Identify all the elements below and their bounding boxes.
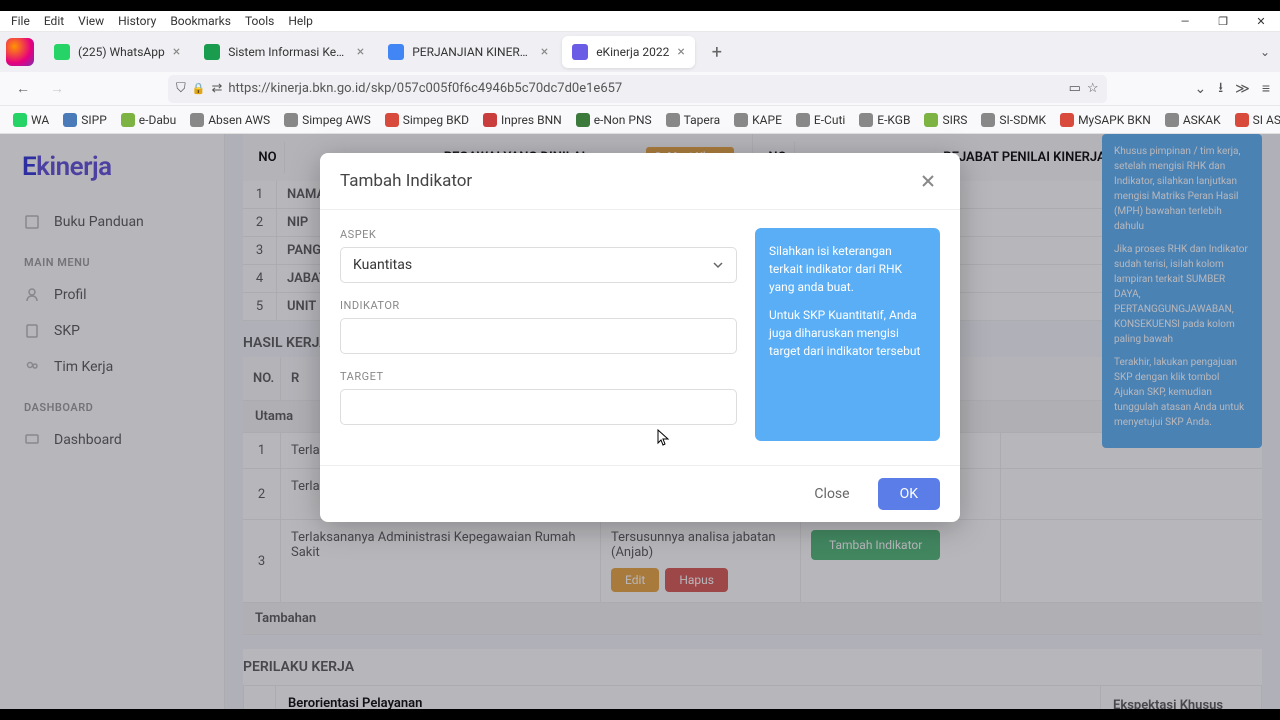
bookmarks-bar: WA SIPP e-Dabu Absen AWS Simpeg AWS Simp…: [0, 106, 1280, 134]
bookmark-item[interactable]: E-Cuti: [791, 111, 850, 129]
close-icon[interactable]: ×: [541, 45, 548, 59]
bookmark-item[interactable]: Inpres BNN: [478, 111, 567, 129]
bookmark-item[interactable]: Simpeg BKD: [380, 111, 474, 129]
aspek-label: ASPEK: [340, 228, 737, 241]
firefox-icon[interactable]: [6, 38, 34, 66]
tabs-overflow-icon[interactable]: ⌄: [1260, 45, 1270, 59]
window-close[interactable]: ✕: [1242, 15, 1280, 28]
chevron-down-icon: [712, 259, 724, 271]
menu-tools[interactable]: Tools: [238, 14, 281, 28]
window-maximize[interactable]: ❐: [1204, 15, 1242, 28]
menu-file[interactable]: File: [4, 14, 37, 28]
help-box: Silahkan isi keterangan terkait indikato…: [755, 228, 940, 441]
close-icon[interactable]: ×: [357, 45, 364, 59]
forward-button: →: [44, 76, 70, 102]
reader-icon[interactable]: ▭: [1069, 81, 1081, 96]
bookmark-item[interactable]: SIPP: [58, 111, 112, 129]
download-icon[interactable]: ⭳: [1218, 77, 1223, 101]
indikator-label: INDIKATOR: [340, 299, 737, 312]
ok-button[interactable]: OK: [878, 478, 940, 510]
menu-history[interactable]: History: [111, 14, 163, 28]
close-icon[interactable]: ×: [173, 45, 180, 59]
menu-edit[interactable]: Edit: [37, 14, 71, 28]
modal-close-button[interactable]: [916, 169, 940, 193]
tab-ekinerja[interactable]: eKinerja 2022×: [562, 36, 695, 68]
pocket-icon[interactable]: ⌄: [1195, 81, 1207, 97]
modal-title: Tambah Indikator: [340, 171, 472, 191]
bookmark-item[interactable]: KAPE: [729, 111, 787, 129]
new-tab-button[interactable]: +: [703, 38, 731, 66]
lock-icon: 🔒: [192, 82, 206, 95]
bookmark-item[interactable]: WA: [8, 111, 54, 129]
extensions-icon[interactable]: ≫: [1235, 81, 1250, 97]
window-minimize[interactable]: —: [1166, 15, 1204, 28]
modal-dialog: Tambah Indikator ASPEK Kuantitas INDIKAT…: [320, 153, 960, 522]
menu-icon[interactable]: ≡: [1262, 80, 1270, 97]
bookmark-item[interactable]: E-KGB: [854, 111, 915, 129]
url-bar: ← → ⛉ 🔒 ⇄ https://kinerja.bkn.go.id/skp/…: [0, 72, 1280, 106]
tab-simpeg[interactable]: Sistem Informasi Kepegawaian×: [194, 36, 374, 68]
star-icon[interactable]: ☆: [1087, 81, 1099, 96]
bookmark-item[interactable]: e-Non PNS: [571, 111, 657, 129]
back-button[interactable]: ←: [10, 76, 36, 102]
bookmark-item[interactable]: Simpeg AWS: [279, 111, 376, 129]
menu-bar: File Edit View History Bookmarks Tools H…: [0, 11, 1280, 32]
target-label: TARGET: [340, 370, 737, 383]
close-icon: [921, 174, 935, 188]
bookmark-item[interactable]: MySAPK BKN: [1055, 111, 1156, 129]
tab-row: (225) WhatsApp× Sistem Informasi Kepegaw…: [0, 32, 1280, 72]
bookmark-item[interactable]: SI ASN: [1230, 111, 1280, 129]
tab-whatsapp[interactable]: (225) WhatsApp×: [44, 36, 190, 68]
menu-help[interactable]: Help: [281, 14, 320, 28]
bookmark-item[interactable]: SI-SDMK: [976, 111, 1051, 129]
menu-bookmarks[interactable]: Bookmarks: [163, 14, 238, 28]
bookmark-item[interactable]: Absen AWS: [185, 111, 275, 129]
menu-view[interactable]: View: [71, 14, 111, 28]
bookmark-item[interactable]: ASKAK: [1160, 111, 1226, 129]
close-button[interactable]: Close: [796, 478, 867, 510]
bookmark-item[interactable]: Tapera: [661, 111, 726, 129]
url-field[interactable]: ⛉ 🔒 ⇄ https://kinerja.bkn.go.id/skp/057c…: [168, 75, 1107, 103]
url-text: https://kinerja.bkn.go.id/skp/057c005f0f…: [228, 81, 1062, 96]
tab-docs[interactable]: PERJANJIAN KINERJA TAHUN 2…×: [378, 36, 558, 68]
target-input[interactable]: [340, 389, 737, 425]
bookmark-item[interactable]: SIRS: [919, 111, 972, 129]
permissions-icon: ⇄: [211, 81, 222, 96]
close-icon[interactable]: ×: [677, 45, 684, 59]
aspek-select[interactable]: Kuantitas: [340, 247, 737, 283]
shield-icon: ⛉: [176, 81, 186, 96]
indikator-input[interactable]: [340, 318, 737, 354]
bookmark-item[interactable]: e-Dabu: [116, 111, 181, 129]
